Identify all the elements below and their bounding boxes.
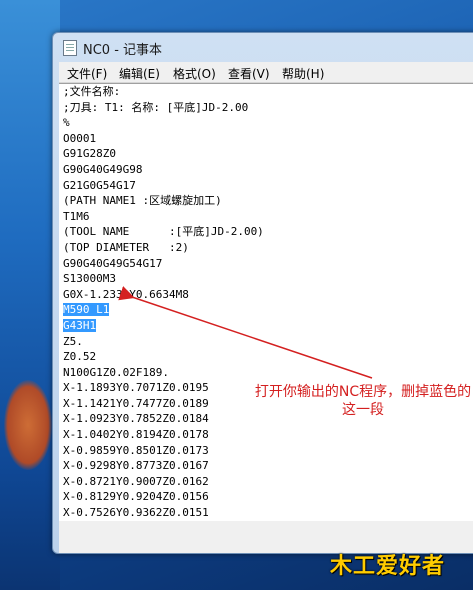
editor-line[interactable]: (TOP DIAMETER :2) xyxy=(63,240,264,256)
editor-line[interactable]: N100G1Z0.02F189. xyxy=(63,365,264,381)
watermark-logo: 木工爱好者 xyxy=(330,548,470,584)
editor-line-text: O0001 xyxy=(63,131,97,145)
editor-line[interactable]: G43H1 xyxy=(63,318,264,334)
editor-line[interactable]: X-1.1421Y0.7477Z0.0189 xyxy=(63,396,264,412)
editor-line-text: X-1.0402Y0.8194Z0.0178 xyxy=(63,428,209,442)
editor-line-text: X-1.0923Y0.7852Z0.0184 xyxy=(63,412,209,426)
editor-line[interactable]: G0X-1.2339Y0.6634M8 xyxy=(63,287,264,303)
editor-line[interactable]: G21G0G54G17 xyxy=(63,178,264,194)
editor-text[interactable]: ;文件名称: ;刀具: T1: 名称: [平底]JD-2.00% O0001 G91G… xyxy=(63,84,264,521)
editor-line-text: Z5. xyxy=(63,334,83,348)
menu-file[interactable]: 文件(F) xyxy=(67,65,107,82)
menu-help[interactable]: 帮助(H) xyxy=(282,65,324,82)
editor-line-text: X-1.1421Y0.7477Z0.0189 xyxy=(63,396,209,410)
editor-line[interactable]: G91G28Z0 xyxy=(63,146,264,162)
editor-line[interactable]: T1M6 xyxy=(63,209,264,225)
desktop-background xyxy=(0,0,60,590)
editor-line-text: Z0.52 xyxy=(63,350,97,364)
editor-line-text: X-0.8721Y0.9007Z0.0162 xyxy=(63,474,209,488)
editor-line-text: (PATH NAME1 :区域螺旋加工) xyxy=(63,194,222,208)
menu-bar: 文件(F) 编辑(E) 格式(O) 查看(V) 帮助(H) xyxy=(59,62,473,83)
desktop-decoration xyxy=(4,380,52,470)
annotation-text: 打开你输出的NC程序，删掉蓝色的这一段 xyxy=(254,384,472,418)
editor-line[interactable]: % xyxy=(63,115,264,131)
editor-line[interactable]: O0001 xyxy=(63,131,264,147)
editor-line[interactable]: M590 L1 xyxy=(63,302,264,318)
editor-line-text: X-0.8129Y0.9204Z0.0156 xyxy=(63,490,209,504)
notepad-icon[interactable] xyxy=(63,40,77,56)
editor-line[interactable]: ;文件名称: xyxy=(63,84,264,100)
editor-line-text: X-0.9298Y0.8773Z0.0167 xyxy=(63,459,209,473)
notepad-window: NC0 - 记事本 文件(F) 编辑(E) 格式(O) 查看(V) 帮助(H) … xyxy=(52,32,473,554)
menu-view[interactable]: 查看(V) xyxy=(228,65,270,82)
editor-line[interactable]: (TOOL NAME :[平底]JD-2.00) xyxy=(63,224,264,240)
editor-line[interactable]: X-1.0923Y0.7852Z0.0184 xyxy=(63,411,264,427)
text-editor[interactable]: ;文件名称: ;刀具: T1: 名称: [平底]JD-2.00% O0001 G91G… xyxy=(59,83,473,521)
editor-line[interactable]: X-0.7526Y0.9362Z0.0151 xyxy=(63,505,264,521)
editor-line-text: ;刀具: T1: 名称: [平底]JD-2.00 xyxy=(63,100,249,114)
editor-line-text: X-1.1893Y0.7071Z0.0195 xyxy=(63,381,209,395)
editor-line-text: % xyxy=(63,116,70,130)
editor-line-text: G91G28Z0 xyxy=(63,147,116,161)
editor-line-text: T1M6 xyxy=(63,209,90,223)
editor-line-text: N100G1Z0.02F189. xyxy=(63,365,169,379)
editor-line-text: G90G40G49G98 xyxy=(63,162,143,176)
editor-line-text: G0X-1.2339Y0.6634M8 xyxy=(63,287,189,301)
title-bar[interactable]: NC0 - 记事本 xyxy=(53,33,473,61)
editor-line[interactable]: ;刀具: T1: 名称: [平底]JD-2.00 xyxy=(63,100,264,116)
editor-line[interactable]: X-1.1893Y0.7071Z0.0195 xyxy=(63,380,264,396)
editor-line-text: G90G40G49G54G17 xyxy=(63,256,163,270)
editor-line[interactable]: (PATH NAME1 :区域螺旋加工) xyxy=(63,193,264,209)
editor-line-text: (TOOL NAME :[平底]JD-2.00) xyxy=(63,225,264,239)
editor-line[interactable]: G90G40G49G98 xyxy=(63,162,264,178)
editor-line-text: S13000M3 xyxy=(63,272,116,286)
editor-line-text: G21G0G54G17 xyxy=(63,178,136,192)
watermark-text: 木工爱好者 xyxy=(330,554,446,579)
editor-line-text: X-0.9859Y0.8501Z0.0173 xyxy=(63,443,209,457)
editor-line[interactable]: G90G40G49G54G17 xyxy=(63,256,264,272)
menu-edit[interactable]: 编辑(E) xyxy=(119,65,160,82)
editor-line[interactable]: X-0.9859Y0.8501Z0.0173 xyxy=(63,443,264,459)
editor-line[interactable]: X-0.8721Y0.9007Z0.0162 xyxy=(63,474,264,490)
editor-line-text: X-0.7526Y0.9362Z0.0151 xyxy=(63,506,209,520)
editor-line-text: ;文件名称: xyxy=(63,85,121,98)
editor-line-text: (TOP DIAMETER :2) xyxy=(63,240,189,254)
editor-line[interactable]: S13000M3 xyxy=(63,271,264,287)
window-title: NC0 - 记事本 xyxy=(83,43,163,58)
selected-line-text: M590 L1 xyxy=(63,303,110,317)
editor-line[interactable]: Z5. xyxy=(63,334,264,350)
editor-line[interactable]: Z0.52 xyxy=(63,349,264,365)
selected-line-text: G43H1 xyxy=(63,318,97,332)
editor-line[interactable]: X-0.9298Y0.8773Z0.0167 xyxy=(63,458,264,474)
menu-format[interactable]: 格式(O) xyxy=(173,65,216,82)
editor-line[interactable]: X-0.8129Y0.9204Z0.0156 xyxy=(63,489,264,505)
editor-line[interactable]: X-1.0402Y0.8194Z0.0178 xyxy=(63,427,264,443)
